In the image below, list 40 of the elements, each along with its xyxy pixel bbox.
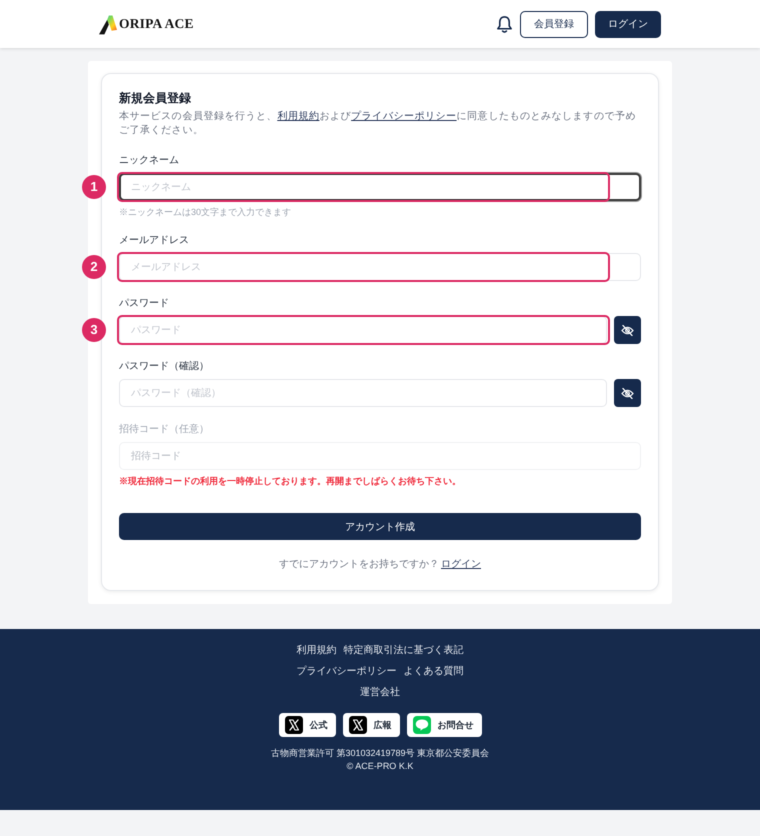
x-icon xyxy=(284,716,302,734)
register-button[interactable]: 会員登録 xyxy=(520,10,588,38)
footer-link[interactable]: 特定商取引法に基づく表記 xyxy=(344,640,464,661)
login-button[interactable]: ログイン xyxy=(595,10,661,38)
field-label: 招待コード（任意） xyxy=(119,423,210,437)
inline-link[interactable]: 利用規約 xyxy=(277,111,320,122)
form-title: 新規会員登録 xyxy=(119,91,192,106)
field-label: パスワード xyxy=(119,297,170,311)
license-text: 古物商営業許可 第301032419789号 東京都公安委員会 xyxy=(270,747,490,760)
input-field[interactable]: ニックネーム xyxy=(119,173,641,201)
footer-link[interactable]: プライバシーポリシー xyxy=(296,661,396,682)
x-icon xyxy=(348,716,366,734)
password-visibility-toggle[interactable] xyxy=(614,379,641,407)
terms-notice: 本サービスの会員登録を行うと、利用規約およびプライバシーポリシーに同意したものとみなしますので予めご了承ください。 xyxy=(119,110,637,138)
eye-slash-icon xyxy=(621,388,634,398)
social-link-button[interactable]: 広報 xyxy=(342,713,400,737)
social-link-button[interactable]: お問合せ xyxy=(406,713,482,737)
footer-link[interactable]: 運営会社 xyxy=(360,682,400,703)
callout-number: 3 xyxy=(82,318,106,342)
logo-icon[interactable] xyxy=(99,14,117,34)
callout-number: 2 xyxy=(82,255,106,279)
password-visibility-toggle[interactable] xyxy=(614,316,641,344)
copyright-text: © ACE-PRO K.K xyxy=(346,760,414,773)
footer-link[interactable]: 利用規約 xyxy=(296,640,336,661)
create-account-button[interactable]: アカウント作成 xyxy=(119,513,641,540)
login-link[interactable]: ログイン xyxy=(441,559,481,570)
field-label: パスワード（確認） xyxy=(119,360,210,374)
logo-text[interactable]: ORIPA ACE xyxy=(119,16,194,32)
eye-slash-icon xyxy=(621,324,634,336)
field-label: メールアドレス xyxy=(119,234,190,248)
callout-number: 1 xyxy=(82,175,106,199)
social-link-button[interactable]: 公式 xyxy=(278,713,336,737)
login-prompt-text: すでにアカウントをお持ちですか？ xyxy=(279,559,439,570)
field-hint: ※ニックネームは30文字まで入力できます xyxy=(119,206,292,218)
warning-notice: ※現在招待コードの利用を一時停止しております。再開までしばらくお待ち下さい。 xyxy=(119,475,462,487)
speech-bubble-icon xyxy=(412,716,430,734)
inline-link[interactable]: プライバシーポリシー xyxy=(351,111,457,122)
field-label: ニックネーム xyxy=(119,154,180,168)
notification-bell-icon[interactable] xyxy=(496,14,513,34)
footer-link[interactable]: よくある質問 xyxy=(404,661,464,682)
